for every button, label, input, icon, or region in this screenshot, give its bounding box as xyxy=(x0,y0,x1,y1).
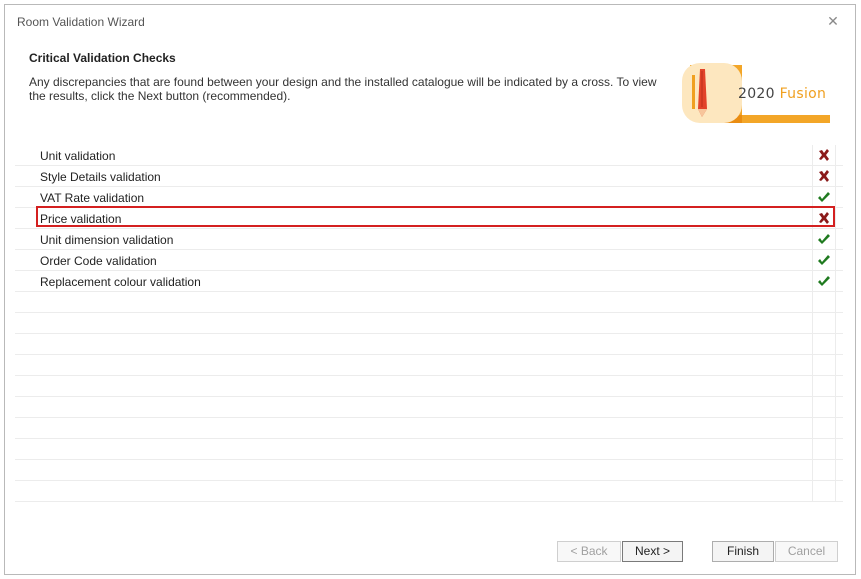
page-title: Critical Validation Checks xyxy=(29,51,176,65)
status-cell xyxy=(812,229,836,249)
check-row[interactable]: Order Code validation xyxy=(15,250,843,271)
check-row[interactable]: VAT Rate validation xyxy=(15,187,843,208)
status-cell xyxy=(812,292,836,312)
empty-row xyxy=(15,313,843,334)
next-button[interactable]: Next > xyxy=(622,541,683,562)
empty-row xyxy=(15,292,843,313)
status-cell xyxy=(812,166,836,186)
empty-row xyxy=(15,397,843,418)
finish-button[interactable]: Finish xyxy=(712,541,774,562)
status-cell xyxy=(812,481,836,501)
status-cell xyxy=(812,439,836,459)
status-cell xyxy=(812,355,836,375)
highlight-box xyxy=(36,206,835,227)
check-label: Style Details validation xyxy=(40,170,161,184)
status-cell xyxy=(812,376,836,396)
check-row[interactable]: Price validation xyxy=(15,206,843,229)
page-description: Any discrepancies that are found between… xyxy=(29,75,657,103)
empty-row xyxy=(15,481,843,502)
cancel-button[interactable]: Cancel xyxy=(775,541,838,562)
check-label: Unit dimension validation xyxy=(40,233,174,247)
logo-text: 2020 Fusion xyxy=(738,86,827,102)
check-label: Unit validation xyxy=(40,149,116,163)
empty-row xyxy=(15,355,843,376)
title-bar: Room Validation Wizard ✕ xyxy=(5,5,855,37)
check-row[interactable]: Unit dimension validation xyxy=(15,229,843,250)
status-cell xyxy=(812,271,836,291)
check-label: VAT Rate validation xyxy=(40,191,145,205)
empty-row xyxy=(15,334,843,355)
validation-checks-list: Unit validation Style Details validation V… xyxy=(15,145,843,502)
window-title: Room Validation Wizard xyxy=(17,15,145,29)
status-cell xyxy=(812,313,836,333)
empty-row xyxy=(15,460,843,481)
empty-row xyxy=(15,439,843,460)
check-row[interactable]: Style Details validation xyxy=(15,166,843,187)
close-icon[interactable]: ✕ xyxy=(825,13,841,29)
check-label: Replacement colour validation xyxy=(40,275,201,289)
check-row[interactable]: Unit validation xyxy=(15,145,843,166)
status-cell xyxy=(812,460,836,480)
status-cell xyxy=(812,397,836,417)
status-cell xyxy=(812,145,836,165)
status-cell xyxy=(812,334,836,354)
check-label: Order Code validation xyxy=(40,254,157,268)
check-row[interactable]: Replacement colour validation xyxy=(15,271,843,292)
empty-row xyxy=(15,418,843,439)
brand-logo: 2020 Fusion xyxy=(682,63,830,123)
empty-row xyxy=(15,376,843,397)
status-cell xyxy=(812,187,836,207)
status-cell xyxy=(812,250,836,270)
back-button[interactable]: < Back xyxy=(557,541,621,562)
wizard-window: Room Validation Wizard ✕ Critical Valida… xyxy=(4,4,856,575)
status-cell xyxy=(812,418,836,438)
